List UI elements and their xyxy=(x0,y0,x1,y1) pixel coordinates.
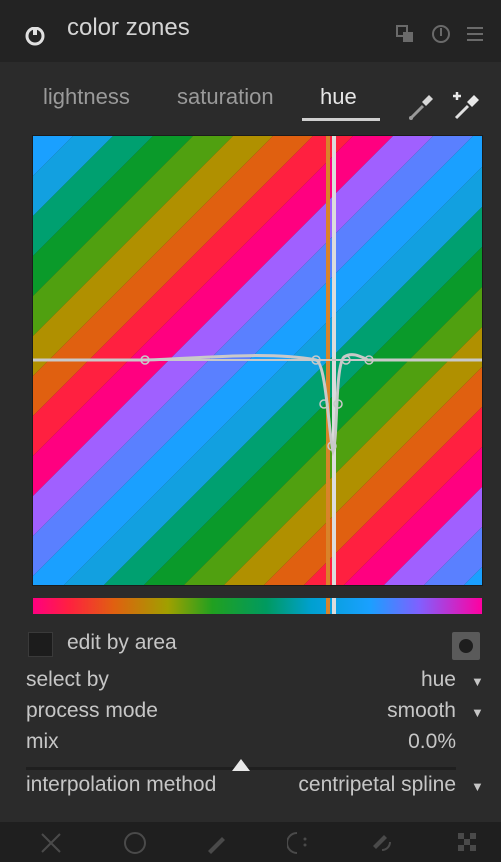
presets-icon[interactable] xyxy=(395,24,415,44)
reset-icon[interactable] xyxy=(431,24,451,44)
menu-icon[interactable] xyxy=(465,24,485,44)
mix-slider-handle[interactable] xyxy=(232,759,250,771)
parametric-mask-icon[interactable] xyxy=(287,830,313,856)
no-mask-icon[interactable] xyxy=(38,830,64,856)
drawn-parametric-mask-icon[interactable] xyxy=(370,830,396,856)
chevron-down-icon[interactable]: ▼ xyxy=(471,705,484,720)
blend-mode-toolbar xyxy=(0,822,501,862)
edit-by-area-label: edit by area xyxy=(67,631,177,654)
chevron-down-icon[interactable]: ▼ xyxy=(471,674,484,689)
edit-by-area-checkbox[interactable] xyxy=(28,632,53,657)
color-picker-icon[interactable] xyxy=(405,88,439,122)
raster-mask-icon[interactable] xyxy=(455,830,481,856)
tab-saturation[interactable]: saturation xyxy=(177,84,274,110)
uniform-mask-icon[interactable] xyxy=(122,830,148,856)
display-mask-button[interactable] xyxy=(452,632,480,660)
tab-hue[interactable]: hue xyxy=(320,84,357,110)
drawn-mask-icon[interactable] xyxy=(203,830,229,856)
process-mode-value[interactable]: smooth xyxy=(387,699,456,723)
tab-lightness[interactable]: lightness xyxy=(43,84,130,110)
select-by-label: select by xyxy=(26,668,109,691)
module-title: color zones xyxy=(67,14,190,41)
module-header: color zones xyxy=(0,0,501,62)
hue-gradient-bar xyxy=(33,598,482,614)
mix-value: 0.0% xyxy=(408,730,456,753)
chevron-down-icon[interactable]: ▼ xyxy=(471,779,484,794)
color-zones-graph[interactable] xyxy=(32,135,483,586)
color-picker-set-area-icon[interactable] xyxy=(450,88,484,122)
interpolation-method-label: interpolation method xyxy=(26,773,217,796)
power-icon[interactable] xyxy=(24,24,46,46)
interpolation-method-value[interactable]: centripetal spline xyxy=(298,773,456,797)
process-mode-label: process mode xyxy=(26,699,158,722)
mix-label: mix xyxy=(26,730,59,753)
select-by-value[interactable]: hue xyxy=(421,668,456,692)
active-tab-indicator xyxy=(302,118,380,121)
